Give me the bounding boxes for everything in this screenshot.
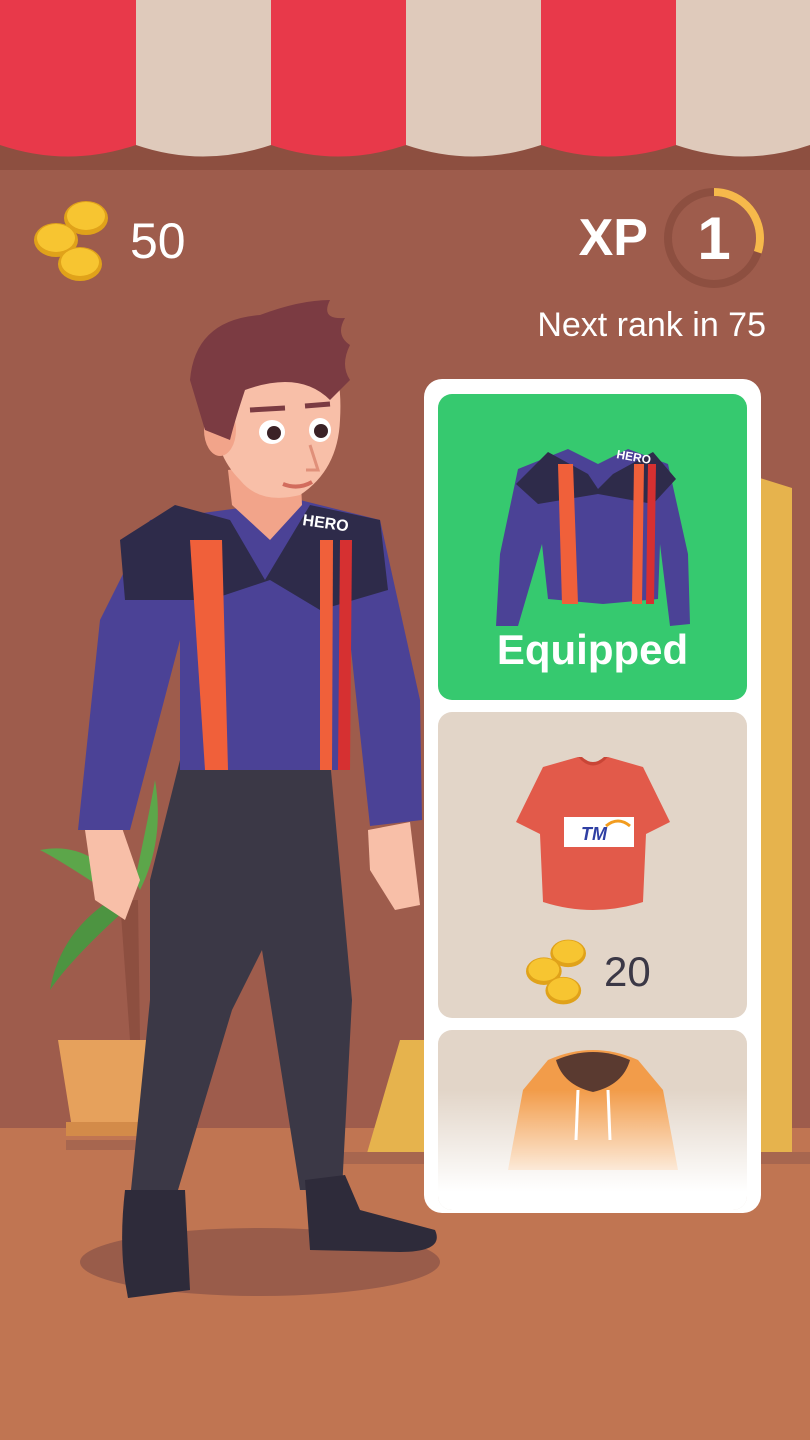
item-fade-overlay	[438, 1090, 747, 1210]
shop-item-hero-jacket[interactable]: HERO Equipped	[438, 394, 747, 700]
xp-level: 1	[697, 204, 731, 272]
coin-count: 50	[130, 213, 186, 269]
xp-indicator: XP 1	[579, 186, 766, 290]
price-tag: 20	[526, 937, 651, 1007]
xp-label: XP	[578, 209, 648, 267]
coin-stack-icon	[34, 201, 108, 281]
svg-text:TM: TM	[581, 824, 608, 844]
shop-item-hoodie[interactable]	[438, 1030, 747, 1210]
shop-item-tm-shirt[interactable]: TM 20	[438, 712, 747, 1018]
coin-balance: 50	[34, 198, 186, 284]
next-rank-text: Next rank in 75	[537, 306, 766, 344]
equipped-label: Equipped	[496, 626, 689, 673]
price-value: 20	[604, 948, 651, 995]
xp-ring: 1	[662, 186, 766, 290]
coin-stack-icon	[526, 939, 586, 1005]
awning	[0, 0, 810, 170]
shop-panel: HERO Equipped TM 20	[424, 379, 761, 1213]
